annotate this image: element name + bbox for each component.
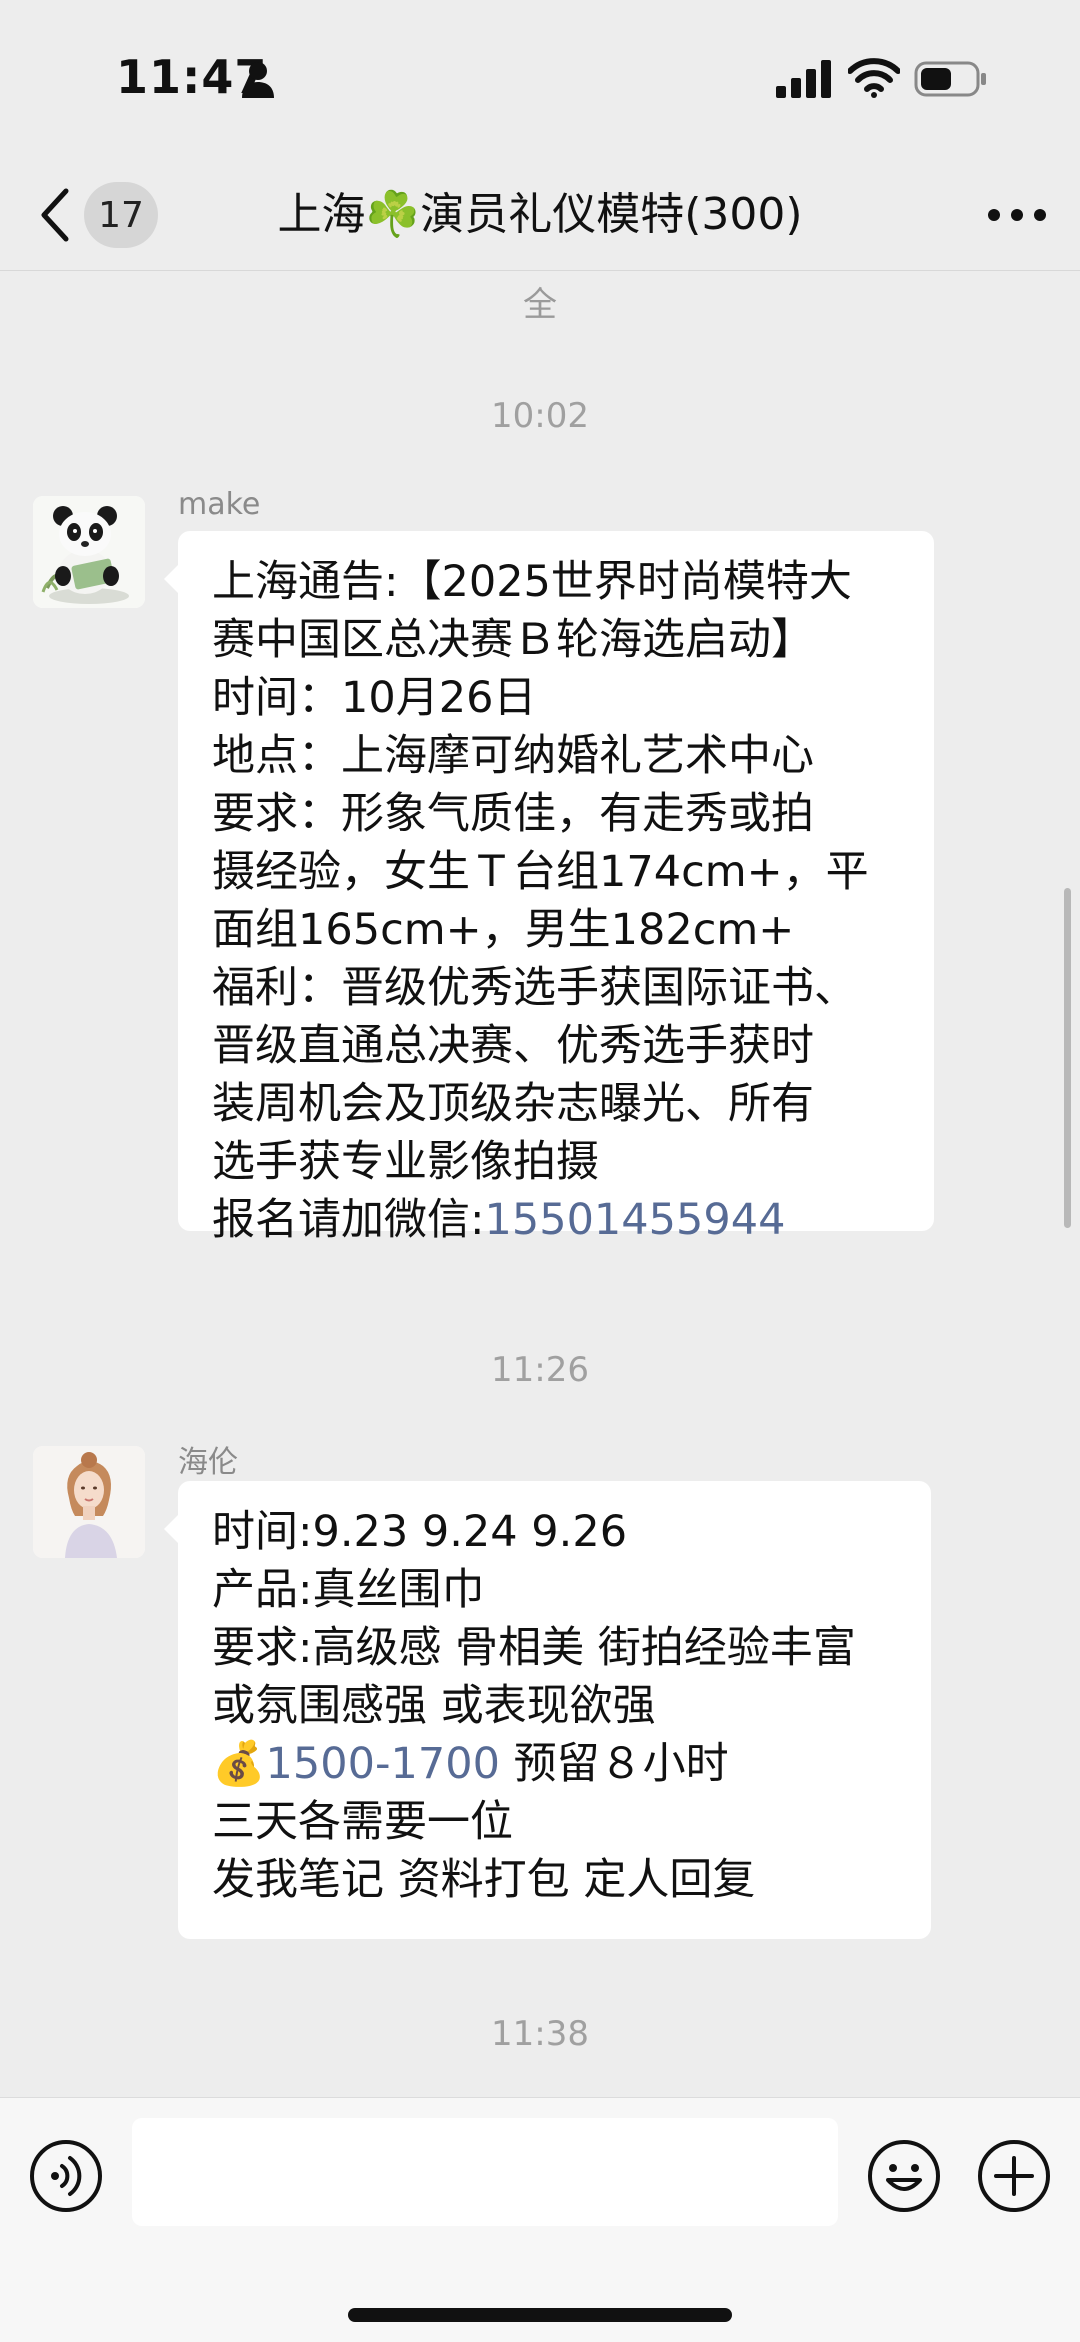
panda-avatar-icon [33,496,145,608]
smiley-icon[interactable] [866,2138,942,2214]
message-line: 晋级直通总决赛、优秀选手获时 [212,1021,814,1071]
timestamp: 10:02 [491,396,589,436]
chevron-left-icon [41,188,69,242]
message-line: 选手获专业影像拍摄 [212,1137,599,1187]
message-input[interactable] [132,2118,838,2226]
plus-icon[interactable] [976,2138,1052,2214]
message-list[interactable]: 全 10:02 make 上海通告:【2025世界时尚模特大 赛中国区总决赛Ｂ轮… [0,271,1080,2097]
message-line: 地点：上海摩可纳婚礼艺术中心 [212,731,814,781]
message-line: 装周机会及顶级杂志曝光、所有 [212,1079,814,1129]
unread-count-badge: 17 [84,182,158,248]
home-indicator[interactable] [348,2308,732,2322]
sender-name: make [178,487,261,522]
signal-icon [776,60,831,98]
input-bar [0,2097,1080,2342]
price-range[interactable]: 1500-1700 [266,1739,500,1789]
message-line: 面组165cm+，男生182cm+ [212,905,795,955]
battery-icon [914,61,986,97]
contact-line: 报名请加微信:15501455944 [212,1191,900,1249]
person-icon [242,62,274,98]
woman-portrait-avatar-icon [33,1446,145,1558]
status-bar: 11:47 [0,0,1080,160]
message-bubble[interactable]: 时间:9.23 9.24 9.26 产品:真丝围巾 要求:高级感 骨相美 街拍经… [164,1481,931,1939]
message-line: 时间：10月26日 [212,673,537,723]
message-line: 发我笔记 资料打包 定人回复 [212,1855,756,1905]
message-line: 或氛围感强 或表现欲强 [212,1681,656,1731]
message-line: 三天各需要一位 [212,1797,513,1847]
phone-number-link[interactable]: 15501455944 [485,1195,786,1245]
price-suffix: 预留８小时 [499,1739,729,1789]
timestamp: 11:26 [491,1350,589,1390]
cut-off-message-text: 全 [523,285,557,325]
message-line: 上海通告:【2025世界时尚模特大 [212,557,852,607]
message-line: 福利：晋级优秀选手获国际证书、 [212,963,857,1013]
message-line: 摄经验，女生Ｔ台组174cm+，平 [212,847,869,897]
message-line: 赛中国区总决赛Ｂ轮海选启动】 [212,615,814,665]
avatar-make[interactable] [33,496,145,608]
timestamp: 11:38 [491,2014,589,2054]
chat-title: 上海☘️演员礼仪模特(300) [277,189,803,240]
sender-name: 海伦 [178,1445,238,1480]
avatar-hailun[interactable] [33,1446,145,1558]
message-line: 时间:9.23 9.24 9.26 [212,1507,628,1557]
price-line: 💰1500-1700 预留８小时 [212,1735,897,1793]
back-button[interactable]: 17 [40,182,158,248]
message-bubble[interactable]: 上海通告:【2025世界时尚模特大 赛中国区总决赛Ｂ轮海选启动】 时间：10月2… [164,531,934,1245]
message-line: 产品:真丝围巾 [212,1565,485,1615]
message-line: 要求:高级感 骨相美 街拍经验丰富 [212,1623,856,1673]
scrollbar[interactable] [1064,888,1071,1228]
wifi-icon [848,58,900,98]
contact-label: 报名请加微信: [212,1195,485,1245]
money-bag-emoji: 💰 [212,1739,266,1789]
nav-bar: 17 上海☘️演员礼仪模特(300) [0,160,1080,270]
message-line: 要求：形象气质佳，有走秀或拍 [212,789,814,839]
voice-icon[interactable] [28,2138,104,2214]
more-options-button[interactable] [984,190,1050,240]
